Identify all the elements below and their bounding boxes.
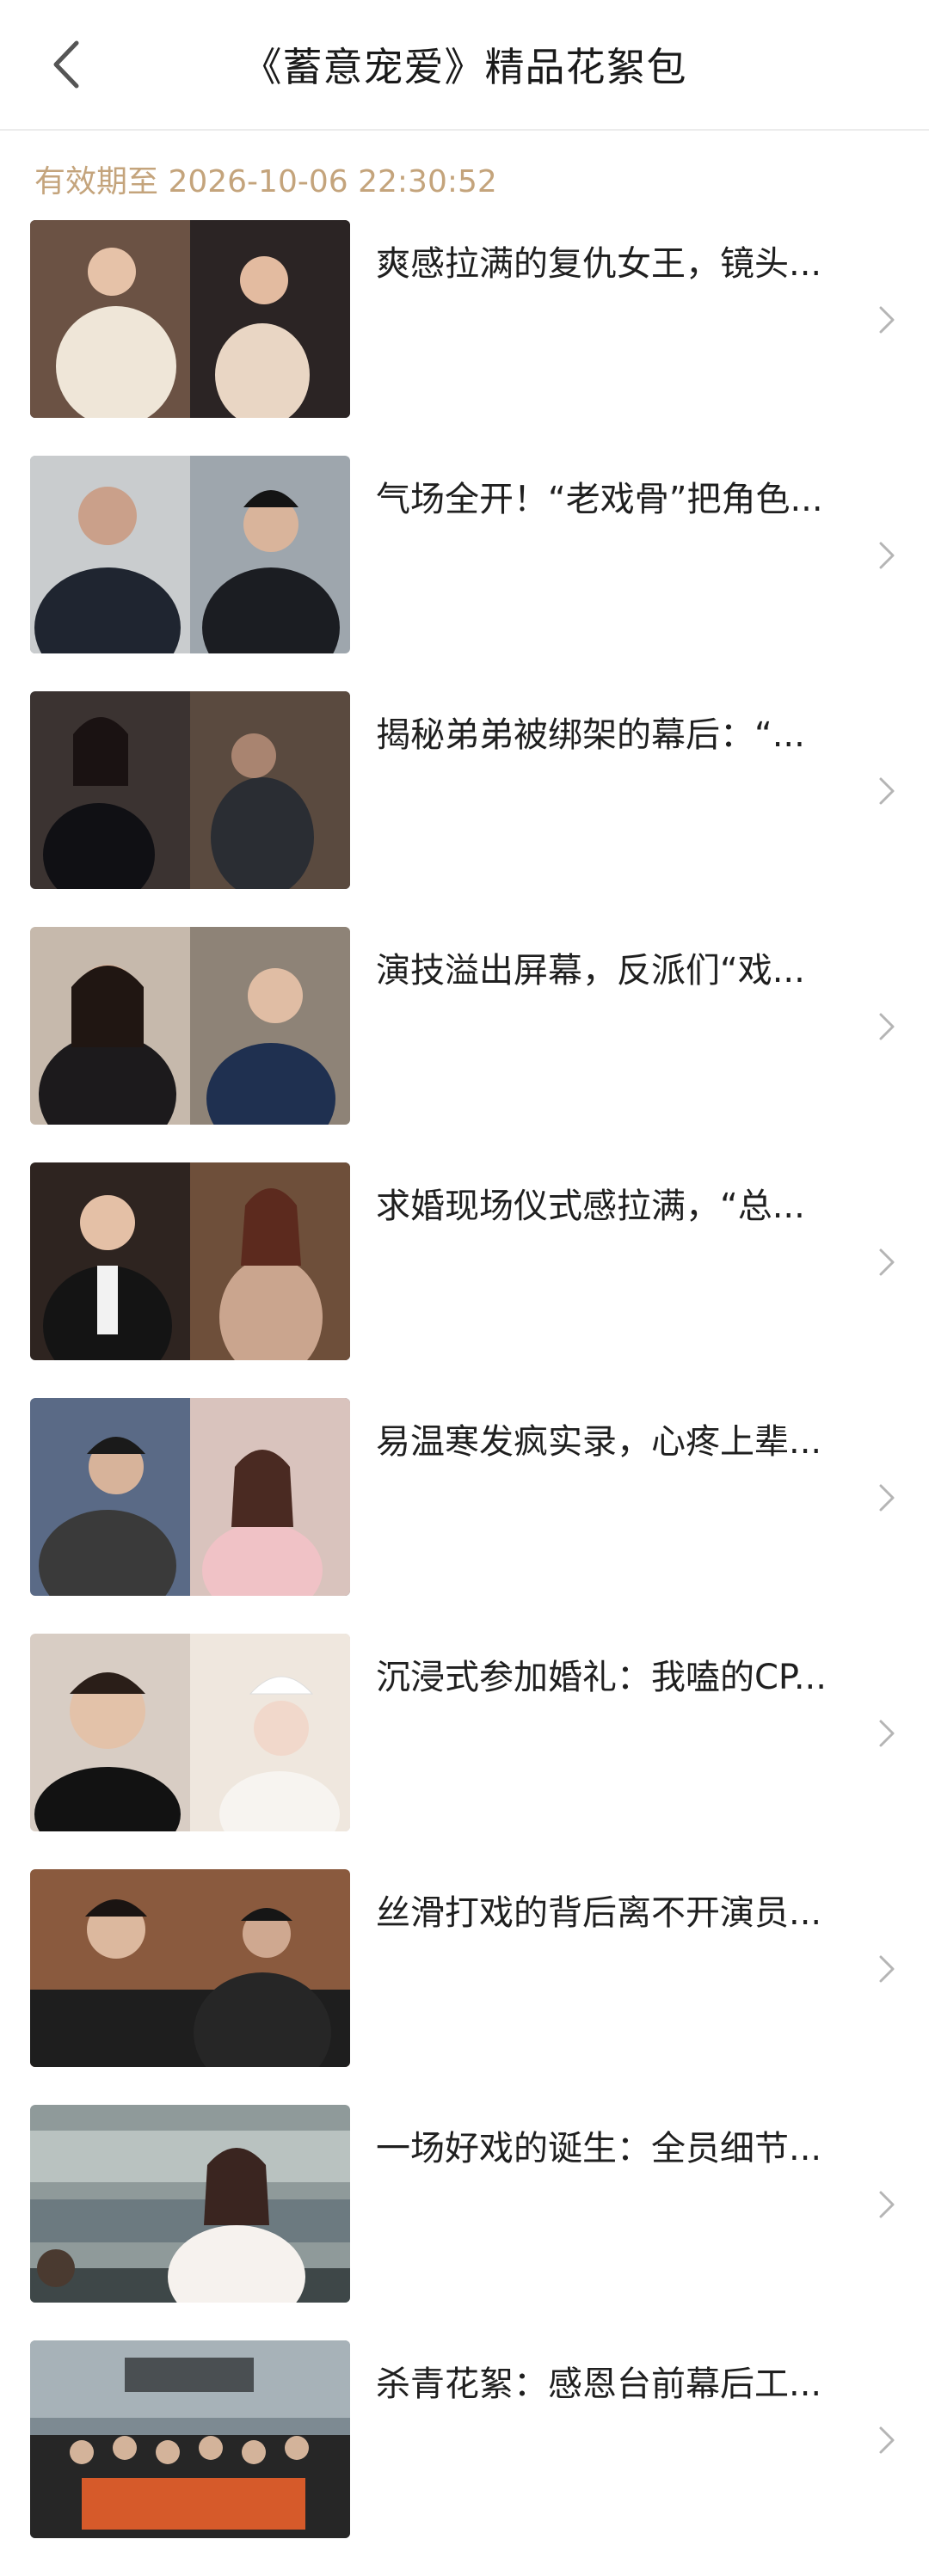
list-item[interactable]: 丝滑打戏的背后离不开演员... [0,1869,929,2105]
expiry-text: 有效期至 2026-10-06 22:30:52 [34,164,497,199]
item-title: 求婚现场仪式感拉满，“总... [376,1187,805,1226]
list-item[interactable]: 演技溢出屏幕，反派们“戏... [0,927,929,1162]
chevron-right-icon [879,1484,895,1512]
list-item[interactable]: 爽感拉满的复仇女王，镜头... [0,220,929,456]
chevron-right-icon [879,777,895,805]
video-thumbnail [30,1162,350,1360]
chevron-right-icon [879,306,895,334]
video-thumbnail [30,220,350,418]
list-item[interactable]: 求婚现场仪式感拉满，“总... [0,1162,929,1398]
video-thumbnail [30,456,350,653]
item-title: 爽感拉满的复仇女王，镜头... [376,244,822,284]
chevron-right-icon [879,1955,895,1983]
list-item[interactable]: 一场好戏的诞生：全员细节... [0,2105,929,2340]
item-title: 丝滑打戏的背后离不开演员... [376,1893,822,1933]
chevron-right-icon [879,2426,895,2454]
item-title: 杀青花絮：感恩台前幕后工... [376,2364,822,2404]
list-item[interactable]: 气场全开！“老戏骨”把角色... [0,456,929,691]
video-thumbnail [30,691,350,889]
video-thumbnail [30,1634,350,1831]
item-title: 气场全开！“老戏骨”把角色... [376,480,823,519]
chevron-right-icon [879,1013,895,1040]
chevron-right-icon [879,2191,895,2218]
chevron-right-icon [879,542,895,569]
item-title: 一场好戏的诞生：全员细节... [376,2129,822,2168]
video-thumbnail [30,1398,350,1596]
page-title: 《蓄意宠爱》精品花絮包 [242,44,687,90]
video-thumbnail [30,2340,350,2538]
item-title: 易温寒发疯实录，心疼上辈... [376,1422,822,1462]
list-item[interactable]: 杀青花絮：感恩台前幕后工... [0,2340,929,2576]
video-list: 爽感拉满的复仇女王，镜头... 气场全开！“老戏骨”把角色... 揭秘弟弟被绑架… [0,220,929,2576]
video-thumbnail [30,927,350,1125]
chevron-right-icon [879,1720,895,1747]
video-thumbnail [30,1869,350,2067]
chevron-right-icon [879,1248,895,1276]
item-title: 演技溢出屏幕，反派们“戏... [376,951,805,991]
item-title: 沉浸式参加婚礼：我嗑的CP... [376,1658,827,1697]
list-item[interactable]: 揭秘弟弟被绑架的幕后：“... [0,691,929,927]
chevron-left-icon [53,40,79,89]
video-thumbnail [30,2105,350,2303]
back-button[interactable] [41,38,89,91]
list-item[interactable]: 易温寒发疯实录，心疼上辈... [0,1398,929,1634]
top-nav-bar: 《蓄意宠爱》精品花絮包 [0,0,929,131]
item-title: 揭秘弟弟被绑架的幕后：“... [376,715,805,755]
list-item[interactable]: 沉浸式参加婚礼：我嗑的CP... [0,1634,929,1869]
